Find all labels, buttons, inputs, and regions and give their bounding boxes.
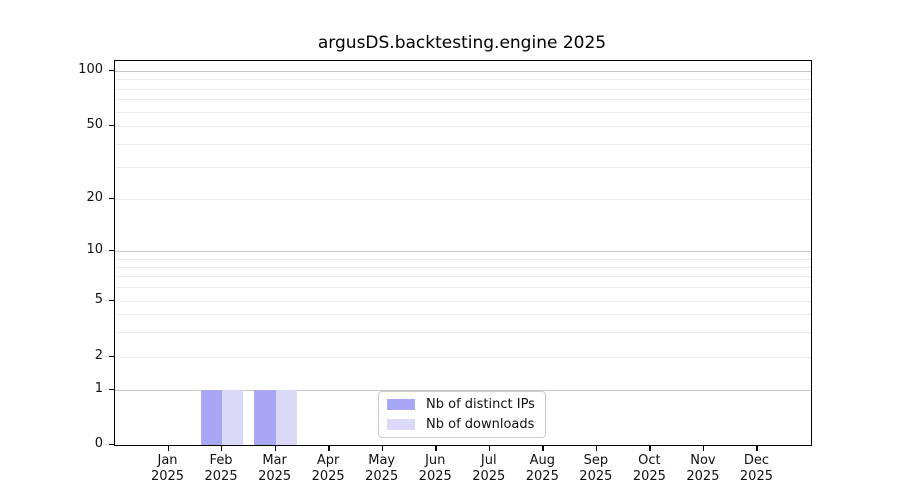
x-tick-month: Dec — [744, 453, 769, 468]
y-tick-label-100: 100 — [43, 62, 103, 78]
gridline-minor-60 — [115, 112, 811, 113]
x-tick-mark-nov — [703, 446, 704, 451]
x-tick-mark-oct — [649, 446, 650, 451]
x-tick-year: 2025 — [312, 469, 345, 484]
gridline-minor-90 — [115, 79, 811, 80]
x-tick-month: Jun — [425, 453, 445, 468]
legend-label-distinct-ips: Nb of distinct IPs — [426, 397, 535, 412]
x-tick-year: 2025 — [258, 469, 291, 484]
y-tick-label-50: 50 — [43, 117, 103, 133]
x-tick-mark-jan — [168, 446, 169, 451]
gridline-minor-50 — [115, 126, 811, 127]
x-tick-month: Mar — [262, 453, 287, 468]
x-tick-month: Feb — [210, 453, 233, 468]
gridline-minor-7 — [115, 276, 811, 277]
y-tick-mark-50 — [109, 125, 114, 126]
x-tick-month: Apr — [317, 453, 340, 468]
y-tick-label-10: 10 — [43, 242, 103, 258]
x-tick-month: Jan — [158, 453, 178, 468]
bar-downloads-mar — [276, 390, 297, 446]
x-tick-year: 2025 — [205, 469, 238, 484]
x-tick-mark-mar — [275, 446, 276, 451]
x-tick-year: 2025 — [419, 469, 452, 484]
legend-item-downloads: Nb of downloads — [387, 417, 537, 432]
x-tick-mark-sep — [596, 446, 597, 451]
gridline-minor-6 — [115, 287, 811, 288]
bar-distinct-ips-feb — [201, 390, 222, 446]
y-tick-mark-20 — [109, 198, 114, 199]
x-tick-month: Oct — [638, 453, 660, 468]
gridline-minor-80 — [115, 89, 811, 90]
x-tick-mark-dec — [756, 446, 757, 451]
plot-area — [114, 60, 812, 446]
x-tick-year: 2025 — [365, 469, 398, 484]
y-tick-mark-5 — [109, 300, 114, 301]
x-tick-year: 2025 — [633, 469, 666, 484]
gridline-minor-20 — [115, 199, 811, 200]
y-tick-label-0: 0 — [43, 436, 103, 452]
gridline-minor-9 — [115, 259, 811, 260]
y-tick-mark-100 — [109, 70, 114, 71]
x-tick-month: Jul — [481, 453, 497, 468]
x-tick-month: Nov — [690, 453, 715, 468]
figure: argusDS.backtesting.engine 2025 0 1 2 5 10 20… — [0, 0, 900, 500]
x-tick-year: 2025 — [686, 469, 719, 484]
legend-swatch-distinct-ips — [387, 399, 415, 410]
gridline-minor-2 — [115, 357, 811, 358]
x-tick-mark-jul — [489, 446, 490, 451]
x-tick-year: 2025 — [472, 469, 505, 484]
y-tick-mark-1 — [109, 389, 114, 390]
chart-title: argusDS.backtesting.engine 2025 — [114, 33, 810, 53]
x-tick-year: 2025 — [151, 469, 184, 484]
legend-item-distinct-ips: Nb of distinct IPs — [387, 397, 537, 412]
x-tick-mark-jun — [435, 446, 436, 451]
bar-downloads-feb — [222, 390, 243, 446]
y-tick-label-1: 1 — [43, 381, 103, 397]
x-tick-mark-apr — [328, 446, 329, 451]
legend: Nb of distinct IPs Nb of downloads — [378, 391, 546, 438]
gridline-major-100 — [115, 71, 811, 72]
x-tick-mark-aug — [542, 446, 543, 451]
gridline-minor-3 — [115, 332, 811, 333]
bar-distinct-ips-mar — [254, 390, 275, 446]
x-tick-mark-feb — [221, 446, 222, 451]
x-tick-month: May — [368, 453, 395, 468]
y-tick-mark-2 — [109, 356, 114, 357]
legend-label-downloads: Nb of downloads — [426, 417, 534, 432]
x-tick-year: 2025 — [579, 469, 612, 484]
x-tick-year: 2025 — [526, 469, 559, 484]
y-tick-label-20: 20 — [43, 190, 103, 206]
x-tick-month: Aug — [530, 453, 555, 468]
gridline-minor-8 — [115, 267, 811, 268]
legend-swatch-downloads — [387, 419, 415, 430]
y-tick-mark-0 — [109, 444, 114, 445]
gridline-minor-40 — [115, 144, 811, 145]
y-tick-mark-10 — [109, 250, 114, 251]
gridline-major-10 — [115, 251, 811, 252]
gridline-minor-4 — [115, 314, 811, 315]
x-tick-year: 2025 — [740, 469, 773, 484]
gridline-minor-5 — [115, 301, 811, 302]
gridline-minor-70 — [115, 99, 811, 100]
y-tick-label-2: 2 — [43, 348, 103, 364]
x-tick-label-dec: Dec2025 — [724, 453, 788, 485]
gridline-minor-30 — [115, 167, 811, 168]
x-tick-mark-may — [382, 446, 383, 451]
y-tick-label-5: 5 — [43, 292, 103, 308]
x-tick-month: Sep — [584, 453, 609, 468]
